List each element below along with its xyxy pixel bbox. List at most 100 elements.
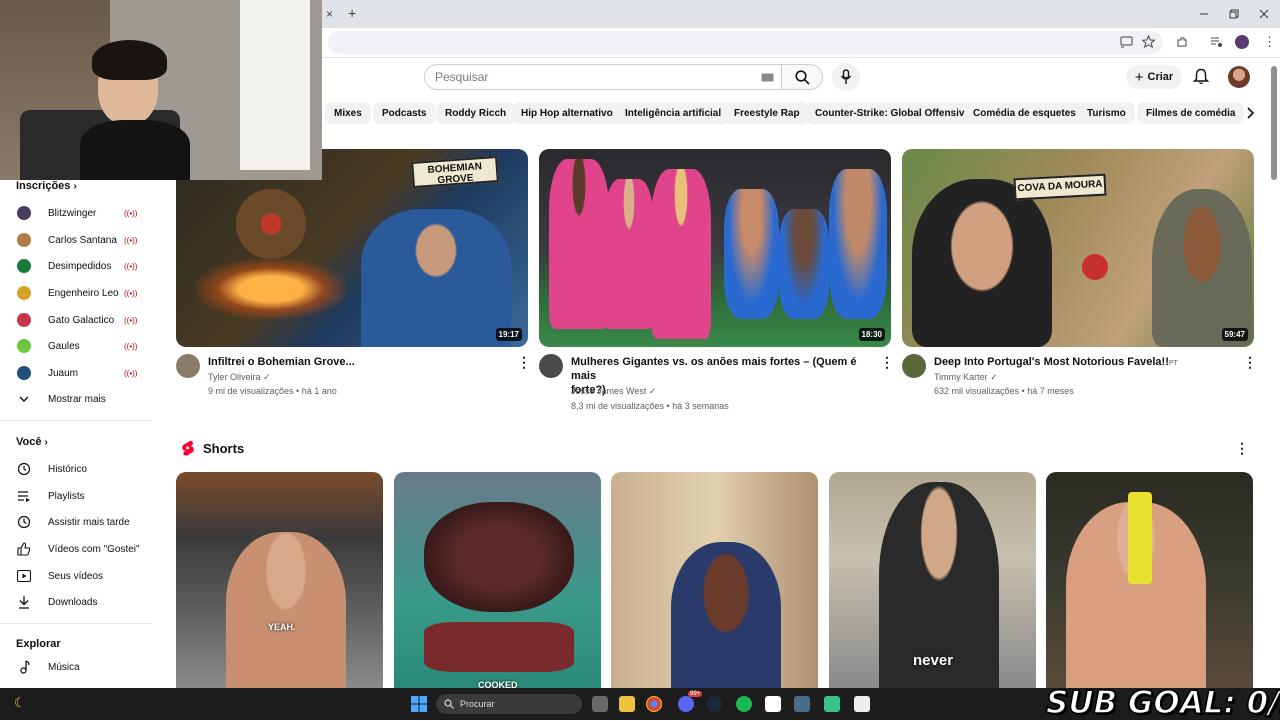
video-duration: 19:17 bbox=[495, 328, 522, 341]
app-icon[interactable] bbox=[854, 696, 870, 712]
extensions-icon[interactable] bbox=[1176, 36, 1188, 48]
sidebar-item-your-videos[interactable]: Seus vídeos bbox=[16, 566, 156, 586]
chip-ia[interactable]: Inteligência artificial bbox=[616, 102, 731, 124]
channel-avatar bbox=[17, 259, 31, 273]
sidebar-item-music[interactable]: Música bbox=[16, 657, 156, 677]
channel-avatar[interactable] bbox=[539, 354, 563, 378]
chip-podcasts[interactable]: Podcasts bbox=[373, 102, 436, 124]
window-close-icon[interactable] bbox=[1259, 9, 1269, 19]
short-thumbnail[interactable]: COOKED bbox=[394, 472, 601, 688]
create-button[interactable]: + Criar bbox=[1126, 65, 1182, 89]
live-icon: ((•)) bbox=[124, 315, 138, 325]
task-view-icon[interactable] bbox=[592, 696, 608, 712]
taskbar-search[interactable]: Procurar bbox=[436, 694, 582, 714]
bookmark-star-icon[interactable] bbox=[1142, 35, 1155, 48]
channel-avatar[interactable] bbox=[902, 354, 926, 378]
chip-csgo[interactable]: Counter-Strike: Global Offensive bbox=[806, 102, 980, 124]
steam-icon[interactable] bbox=[706, 696, 722, 712]
person bbox=[724, 189, 779, 319]
profile-avatar[interactable] bbox=[1235, 35, 1249, 49]
notifications-bell-icon[interactable] bbox=[1193, 68, 1209, 85]
chevron-right-icon[interactable] bbox=[1246, 107, 1254, 119]
plus-icon: + bbox=[1134, 68, 1144, 86]
person bbox=[671, 542, 781, 688]
person bbox=[912, 179, 1052, 347]
omnibox[interactable] bbox=[328, 31, 1163, 54]
short-thumbnail[interactable]: YEAH. bbox=[176, 472, 383, 688]
minimize-icon[interactable] bbox=[1199, 9, 1209, 19]
page-scrollbar-thumb[interactable] bbox=[1271, 66, 1277, 180]
person bbox=[361, 209, 511, 347]
chip-roddy-ricch[interactable]: Roddy Ricch bbox=[436, 102, 516, 124]
sidebar-item-juaum[interactable]: Juaum ((•)) bbox=[16, 363, 156, 383]
browser-menu-icon[interactable]: ⋮ bbox=[1263, 34, 1276, 50]
chrome-icon[interactable] bbox=[646, 696, 662, 712]
sidebar-item-history[interactable]: Histórico bbox=[16, 459, 156, 479]
app-icon[interactable] bbox=[824, 696, 840, 712]
sidebar-item-carlos-santana[interactable]: Carlos Santana ((•)) bbox=[16, 230, 156, 250]
account-avatar[interactable] bbox=[1228, 66, 1250, 88]
video-thumbnail[interactable]: COVA DA MOURA 59:47 bbox=[902, 149, 1254, 347]
video-meta: 9 mi de visualizações • há 1 ano bbox=[208, 386, 337, 396]
tab-close-icon[interactable]: × bbox=[326, 7, 333, 21]
sidebar-item-gato-galactico[interactable]: Gato Galactico ((•)) bbox=[16, 310, 156, 330]
channel-name[interactable]: Timmy Karter ✓ bbox=[934, 372, 998, 383]
thumbnail-sign: COVA DA MOURA bbox=[1013, 173, 1107, 201]
channel-name[interactable]: Tyler Oliveira ✓ bbox=[208, 372, 271, 383]
search-input[interactable]: Pesquisar bbox=[424, 64, 782, 90]
chip-turismo[interactable]: Turismo bbox=[1078, 102, 1135, 124]
keyboard-icon[interactable] bbox=[761, 73, 774, 82]
thumbnail-sign: BOHEMIAN GROVE bbox=[411, 156, 499, 188]
discord-icon[interactable] bbox=[678, 696, 694, 712]
channel-name[interactable]: Jesse James West ✓ bbox=[571, 386, 656, 397]
short-thumbnail[interactable] bbox=[611, 472, 818, 688]
steak bbox=[424, 502, 574, 612]
sidebar-item-playlists[interactable]: Playlists bbox=[16, 486, 156, 506]
chip-comedia-esquetes[interactable]: Comédia de esquetes bbox=[964, 102, 1085, 124]
spotify-icon[interactable] bbox=[736, 696, 752, 712]
history-icon bbox=[16, 461, 32, 477]
calculator-icon[interactable] bbox=[794, 696, 810, 712]
live-icon: ((•)) bbox=[124, 341, 138, 351]
sidebar-item-engenheiro-leo[interactable]: Engenheiro Leo ((•)) bbox=[16, 283, 156, 303]
file-explorer-icon[interactable] bbox=[619, 696, 635, 712]
more-options-icon[interactable]: ⋮ bbox=[517, 354, 531, 371]
video-title[interactable]: Deep Into Portugal's Most Notorious Fave… bbox=[934, 355, 1234, 371]
weather-icon[interactable]: ☾ bbox=[14, 695, 26, 711]
more-options-icon[interactable]: ⋮ bbox=[880, 354, 894, 371]
app-icon[interactable] bbox=[765, 696, 781, 712]
chip-freestyle-rap[interactable]: Freestyle Rap bbox=[725, 102, 809, 124]
start-menu-icon[interactable] bbox=[411, 696, 427, 712]
video-meta: 632 mil visualizações • há 7 meses bbox=[934, 386, 1074, 396]
chip-filmes-comedia[interactable]: Filmes de comédia bbox=[1137, 102, 1245, 124]
sidebar-item-desimpedidos[interactable]: Desimpedidos ((•)) bbox=[16, 256, 156, 276]
show-more-button[interactable]: Mostrar mais bbox=[16, 389, 156, 409]
your-videos-icon bbox=[16, 568, 32, 584]
cast-icon[interactable] bbox=[1120, 36, 1133, 48]
sidebar-item-watch-later[interactable]: Assistir mais tarde bbox=[16, 512, 156, 532]
chip-mixes[interactable]: Mixes bbox=[325, 102, 371, 124]
restore-icon[interactable] bbox=[1229, 9, 1239, 19]
sidebar-item-downloads[interactable]: Downloads bbox=[16, 592, 156, 612]
sidebar-item-liked-videos[interactable]: Vídeos com "Gostei" bbox=[16, 539, 156, 559]
sidebar-divider bbox=[0, 623, 152, 624]
video-title[interactable]: Infiltrei o Bohemian Grove... bbox=[208, 355, 498, 369]
short-thumbnail[interactable] bbox=[1046, 472, 1253, 688]
chip-hip-hop[interactable]: Hip Hop alternativo bbox=[512, 102, 622, 124]
new-tab-icon[interactable]: + bbox=[348, 5, 356, 21]
more-options-icon[interactable]: ⋮ bbox=[1243, 354, 1257, 371]
streamer-shirt bbox=[80, 120, 190, 180]
short-thumbnail[interactable]: never bbox=[829, 472, 1036, 688]
sidebar-item-blitzwinger[interactable]: Blitzwinger ((•)) bbox=[16, 203, 156, 223]
voice-search-button[interactable] bbox=[832, 63, 860, 91]
subscriptions-heading[interactable]: Inscrições › bbox=[16, 180, 77, 192]
video-thumbnail[interactable]: 18:30 bbox=[539, 149, 891, 347]
channel-avatar[interactable] bbox=[176, 354, 200, 378]
music-icon bbox=[16, 659, 32, 675]
media-control-icon[interactable] bbox=[1210, 36, 1223, 48]
live-icon: ((•)) bbox=[124, 368, 138, 378]
sidebar-item-gaules[interactable]: Gaules ((•)) bbox=[16, 336, 156, 356]
you-heading[interactable]: Você › bbox=[16, 436, 48, 448]
more-options-icon[interactable]: ⋮ bbox=[1235, 440, 1249, 457]
search-button[interactable] bbox=[781, 64, 823, 90]
